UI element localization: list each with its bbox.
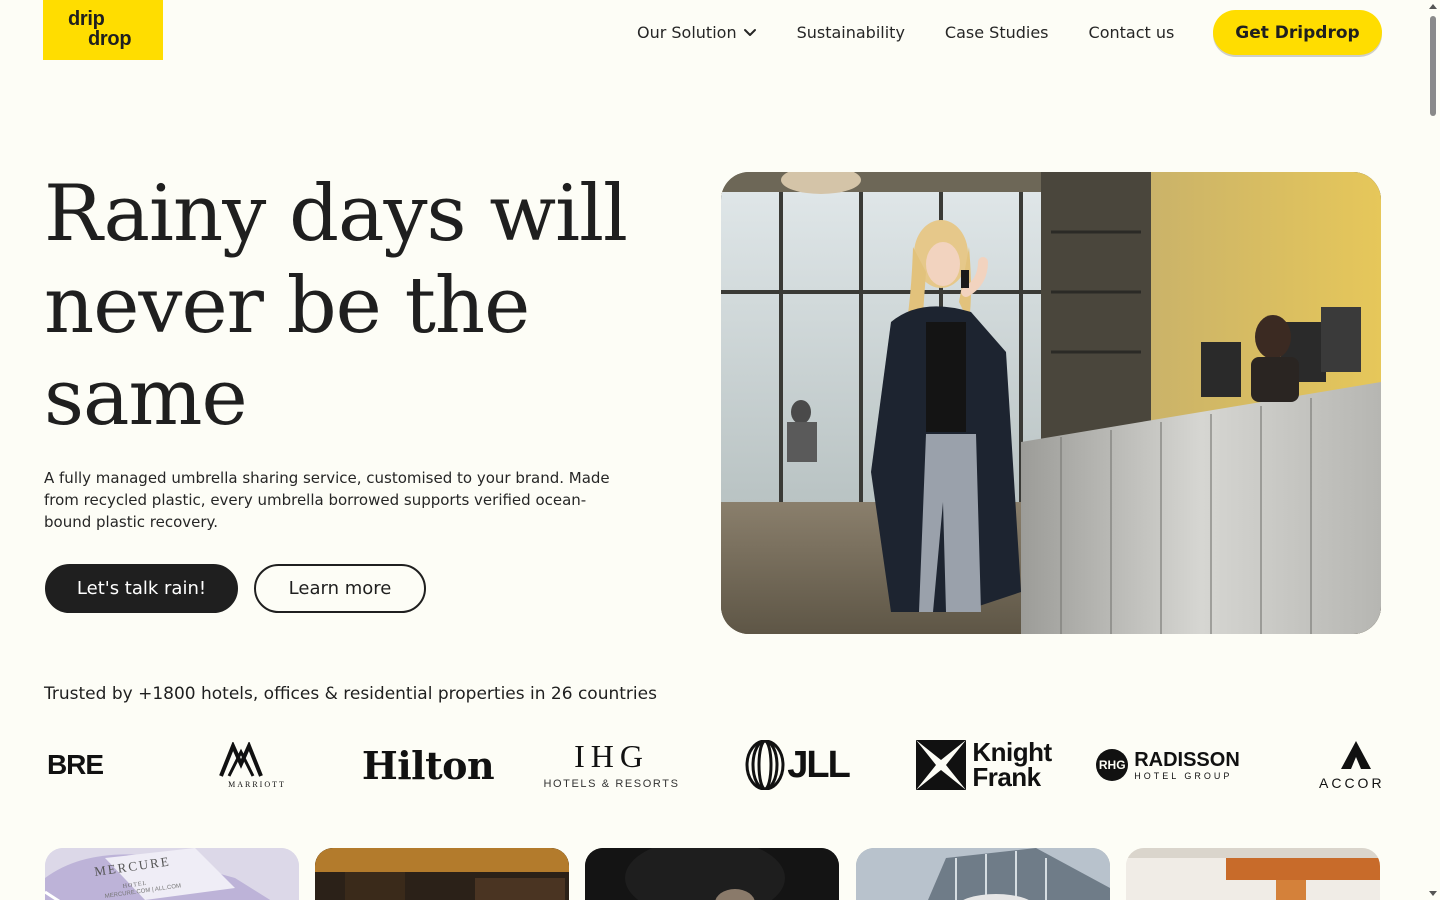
accor-triangle-icon	[1341, 741, 1371, 769]
hotel-interior-illustration	[1126, 848, 1380, 900]
knight-frank-text-line2: Frank	[972, 762, 1041, 792]
ihg-logo-text: IHG	[574, 738, 649, 774]
hero-headline-line3: same	[44, 353, 248, 443]
case-card-building[interactable]	[856, 848, 1110, 900]
hero-image	[721, 172, 1381, 634]
hero-headline-line2: never be the	[44, 261, 530, 351]
knight-frank-logo: Knight Frank	[914, 725, 1054, 805]
hero-headline: Rainy days will never be the same	[44, 168, 724, 444]
radisson-logo: RHG RADISSON HOTEL GROUP	[1093, 725, 1243, 805]
jll-logo: JLL	[742, 725, 852, 805]
hero-headline-line1: Rainy days will	[44, 169, 628, 259]
scrollbar-thumb[interactable]	[1430, 16, 1436, 116]
hero-description: A fully managed umbrella sharing service…	[44, 469, 610, 531]
case-card-mercure[interactable]: MERCURE HOTEL MERCURE.COM | ALL.COM	[45, 848, 299, 900]
ihg-logo-subtext: HOTELS & RESORTS	[543, 778, 680, 790]
mercure-umbrella-illustration: MERCURE HOTEL MERCURE.COM | ALL.COM	[45, 848, 299, 900]
cbre-logo: BRE	[45, 725, 105, 805]
accor-logo: ACCOR	[1319, 725, 1381, 805]
nav-contact-us[interactable]: Contact us	[1089, 23, 1175, 42]
hilton-logo: Hilton	[353, 725, 503, 805]
nav-case-studies[interactable]: Case Studies	[945, 23, 1049, 42]
case-study-cards: MERCURE HOTEL MERCURE.COM | ALL.COM	[45, 848, 1381, 900]
nav-sustainability[interactable]: Sustainability	[797, 23, 905, 42]
case-card-restaurant[interactable]	[315, 848, 569, 900]
dripdrop-logo[interactable]: drip drop	[43, 0, 163, 60]
hotel-lobby-illustration	[721, 172, 1381, 634]
radisson-text-main: RADISSON	[1134, 748, 1240, 771]
page-scrollbar[interactable]	[1426, 0, 1440, 900]
jll-swirl-icon	[745, 740, 785, 790]
knight-frank-text: Knight Frank	[972, 739, 1052, 792]
case-card-umbrella-dark[interactable]	[585, 848, 839, 900]
radisson-badge-icon: RHG	[1096, 749, 1129, 781]
marriott-m-icon	[219, 741, 263, 777]
dark-umbrella-illustration	[585, 848, 839, 900]
get-dripdrop-button[interactable]: Get Dripdrop	[1213, 10, 1382, 55]
radisson-text-sub: HOTEL GROUP	[1134, 770, 1233, 781]
ihg-logo: IHG HOTELS & RESORTS	[539, 725, 684, 805]
building-illustration	[856, 848, 1110, 900]
marriott-logo: MARRIOTT	[205, 725, 285, 805]
hilton-logo-text: Hilton	[361, 742, 495, 788]
marriott-logo-text: MARRIOTT	[228, 779, 286, 789]
logo-text-line1: drip	[68, 8, 105, 30]
jll-logo-text: JLL	[787, 743, 851, 786]
restaurant-illustration	[315, 848, 569, 900]
learn-more-button[interactable]: Learn more	[254, 564, 426, 613]
scroll-down-arrow-icon[interactable]	[1429, 891, 1437, 896]
radisson-text: RADISSON HOTEL GROUP	[1134, 750, 1240, 781]
knight-frank-square-icon	[916, 740, 967, 790]
lets-talk-rain-button[interactable]: Let's talk rain!	[45, 564, 238, 613]
client-logos-strip: BRE MARRIOTT Hilton IHG HOTELS & RESORTS…	[45, 725, 1381, 805]
chevron-down-icon	[743, 29, 756, 36]
logo-text-line2: drop	[88, 28, 132, 50]
nav-our-solution-label: Our Solution	[637, 22, 737, 42]
trusted-heading: Trusted by +1800 hotels, offices & resid…	[44, 684, 657, 704]
nav-our-solution[interactable]: Our Solution	[637, 23, 757, 42]
cbre-logo-text: BRE	[46, 749, 104, 780]
scroll-up-arrow-icon[interactable]	[1429, 4, 1437, 9]
main-nav: Our Solution Sustainability Case Studies…	[637, 20, 1174, 44]
accor-logo-text: ACCOR	[1319, 775, 1381, 791]
case-card-hotel-interior[interactable]	[1126, 848, 1380, 900]
